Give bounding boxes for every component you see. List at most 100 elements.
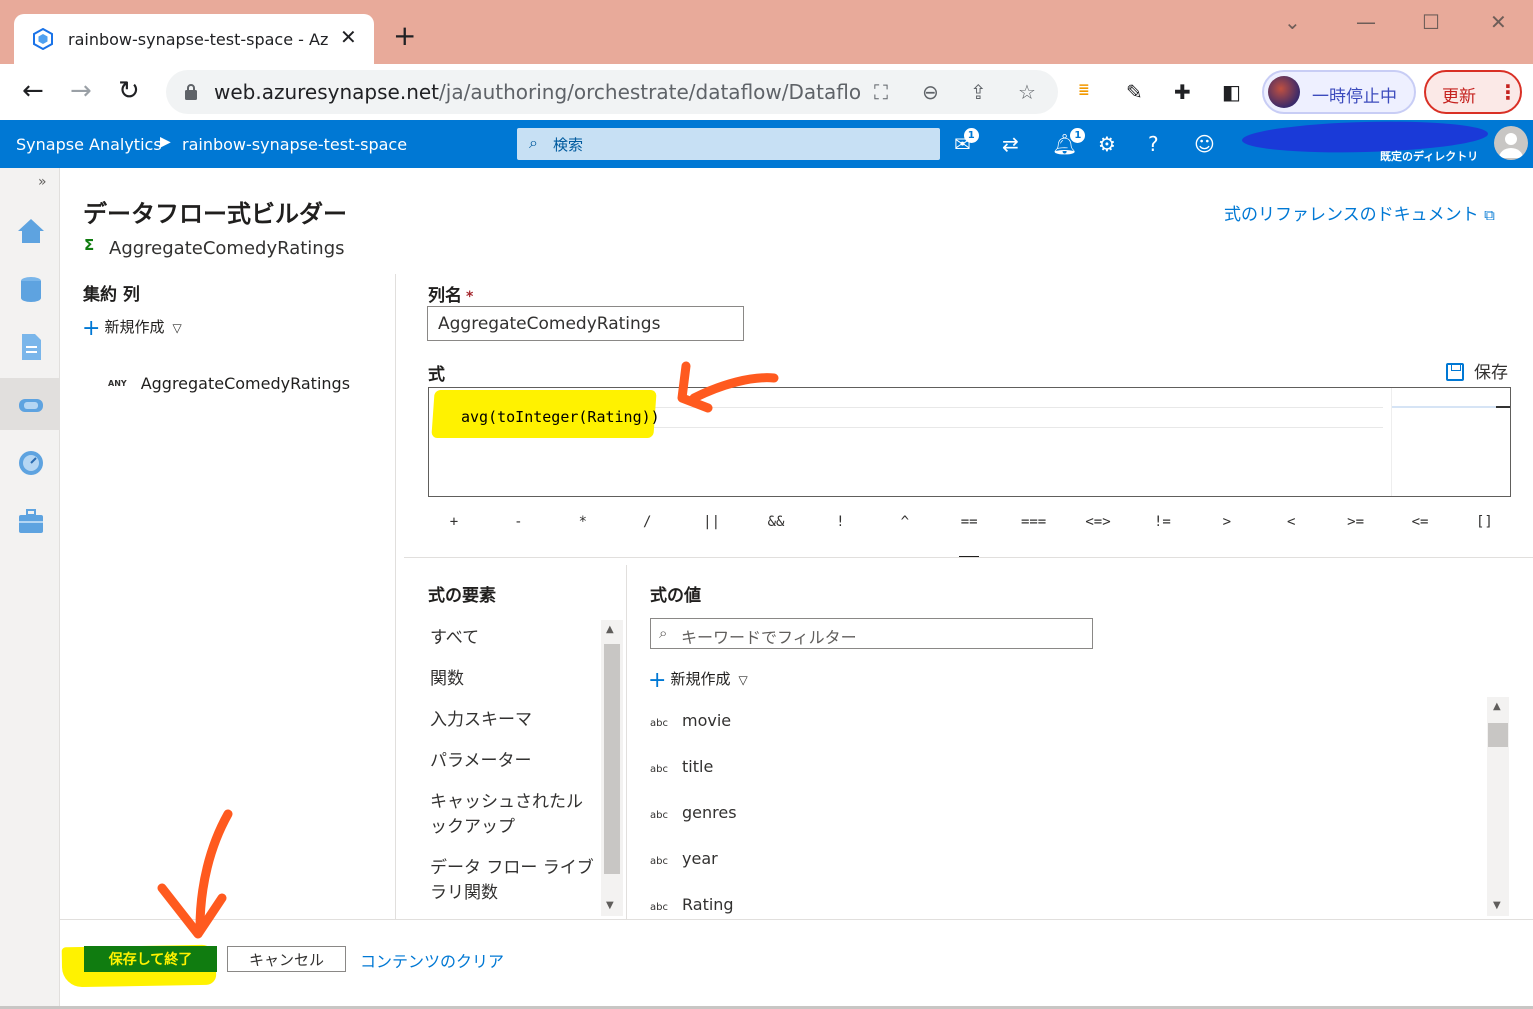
value-item[interactable]: abc title (650, 757, 713, 776)
values-scroll-thumb[interactable] (1488, 723, 1508, 747)
back-icon[interactable]: ← (22, 76, 44, 106)
filter-placeholder: キーワードでフィルター (681, 628, 857, 647)
column-name-input[interactable] (427, 306, 744, 341)
toolbox-icon (19, 509, 43, 533)
elements-scroll-thumb[interactable] (604, 644, 620, 874)
nav-integrate[interactable] (0, 378, 60, 430)
operator-button[interactable]: >= (1324, 514, 1388, 530)
value-item[interactable]: abc genres (650, 803, 737, 822)
left-nav-rail: » (0, 168, 60, 1009)
address-bar[interactable]: web.azuresynapse.net/ja/authoring/orches… (166, 70, 1058, 114)
scroll-up-icon[interactable]: ▲ (1493, 701, 1501, 712)
share-icon[interactable]: ⇪ (970, 80, 987, 104)
operator-button[interactable]: [] (1452, 514, 1516, 530)
monitor-gauge-icon (19, 451, 43, 475)
window-close-icon[interactable]: ✕ (1490, 10, 1507, 34)
new-tab-icon[interactable]: + (393, 22, 416, 50)
nav-home[interactable] (0, 204, 60, 256)
save-expression-button[interactable]: 保存 (1446, 358, 1508, 383)
nav-data[interactable] (0, 262, 60, 314)
cancel-button[interactable]: キャンセル (227, 946, 346, 972)
keyword-filter-input[interactable]: ⌕ キーワードでフィルター (650, 618, 1093, 649)
settings-gear-icon[interactable]: ⚙ (1098, 132, 1116, 156)
element-item-library-functions[interactable]: データ フロー ライブラリ関数 (430, 856, 596, 906)
extension-icon[interactable]: ≣ (1078, 82, 1090, 98)
profile-button[interactable]: 一時停止中 (1262, 70, 1416, 114)
zoom-icon[interactable]: ⊖ (922, 80, 939, 104)
minimize-icon[interactable]: — (1356, 10, 1376, 34)
operator-button[interactable]: < (1259, 514, 1323, 530)
tab-search-chevron-icon[interactable]: ⌄ (1284, 10, 1301, 34)
expression-editor[interactable]: avg(toInteger(Rating)) (428, 387, 1511, 497)
feedback-badge: 1 (963, 128, 979, 143)
new-value-button[interactable]: + 新規作成 ▽ (648, 668, 748, 693)
synapse-favicon-icon (33, 28, 53, 50)
operator-button[interactable]: ! (808, 514, 872, 530)
operator-button[interactable]: === (1002, 514, 1066, 530)
nav-manage[interactable] (0, 494, 60, 546)
value-item[interactable]: abc movie (650, 711, 731, 730)
brand-link[interactable]: Synapse Analytics (16, 135, 162, 154)
extensions-puzzle-icon[interactable]: ✚ (1174, 80, 1191, 104)
scroll-down-icon[interactable]: ▼ (606, 900, 614, 911)
notes-extension-icon[interactable]: ✎ (1126, 80, 1143, 104)
user-avatar[interactable] (1494, 126, 1528, 160)
elements-scrollbar[interactable]: ▲ ▼ (601, 620, 623, 916)
operator-button[interactable]: + (422, 514, 486, 530)
user-feedback-icon[interactable]: ☺ (1194, 132, 1215, 156)
scroll-up-icon[interactable]: ▲ (606, 624, 614, 635)
notifications-icon[interactable]: 🔔︎ 1 (1052, 128, 1086, 156)
expand-rail-icon[interactable]: » (38, 174, 47, 190)
operator-button[interactable]: - (486, 514, 550, 530)
element-item-functions[interactable]: 関数 (430, 667, 596, 692)
translate-icon[interactable]: ⛶ (874, 80, 888, 104)
element-item-parameters[interactable]: パラメーター (430, 749, 596, 774)
forward-icon[interactable]: → (70, 76, 92, 106)
operator-bar: + - * / || &&! ^ == === <=> != > < >= <=[] (422, 514, 1516, 538)
scroll-down-icon[interactable]: ▼ (1493, 900, 1501, 911)
value-item[interactable]: abc Rating (650, 895, 734, 914)
directory-switch-icon[interactable]: ⇄ (1002, 132, 1019, 156)
element-item-all[interactable]: すべて (430, 626, 596, 651)
operator-button[interactable]: / (615, 514, 679, 530)
operator-button[interactable]: ^ (873, 514, 937, 530)
operator-button[interactable]: <= (1388, 514, 1452, 530)
reload-icon[interactable]: ↻ (118, 76, 140, 106)
nav-monitor[interactable] (0, 436, 60, 488)
new-column-button[interactable]: + 新規作成 ▽ (82, 316, 182, 341)
minimap-cursor (1496, 406, 1510, 408)
operator-button[interactable]: * (551, 514, 615, 530)
bookmark-star-icon[interactable]: ☆ (1018, 80, 1036, 104)
document-icon (22, 334, 41, 360)
save-and-finish-button[interactable]: 保存して終了 (84, 946, 217, 972)
operator-button[interactable]: == (937, 514, 1001, 530)
reference-doc-link[interactable]: 式のリファレンスのドキュメント ⧉ (1224, 200, 1495, 225)
values-scrollbar[interactable]: ▲ ▼ (1487, 697, 1509, 916)
nav-develop[interactable] (0, 320, 60, 372)
operator-button[interactable]: > (1195, 514, 1259, 530)
tab-close-icon[interactable]: ✕ (340, 26, 357, 48)
element-item-input-schema[interactable]: 入力スキーマ (430, 708, 596, 733)
side-panel-icon[interactable]: ◧ (1222, 80, 1241, 104)
value-type: abc (650, 810, 668, 821)
update-button[interactable]: 更新 ⋮ (1424, 70, 1522, 114)
operator-button[interactable]: <=> (1066, 514, 1130, 530)
value-item[interactable]: abc year (650, 849, 718, 868)
browser-tab[interactable]: rainbow-synapse-test-space - Az ✕ (14, 14, 374, 66)
help-icon[interactable]: ? (1148, 132, 1159, 156)
element-item-cached-lookup[interactable]: キャッシュされたルックアップ (430, 790, 596, 840)
search-input[interactable]: ⌕ 検索 (517, 128, 940, 160)
operator-button[interactable]: || (680, 514, 744, 530)
column-list-item[interactable]: ANY AggregateComedyRatings (108, 374, 350, 393)
aggregate-sigma-icon: Σ (84, 236, 95, 254)
plus-icon: + (82, 316, 101, 341)
editor-minimap[interactable] (1391, 388, 1510, 496)
maximize-icon[interactable]: ☐ (1422, 10, 1440, 34)
workspace-link[interactable]: rainbow-synapse-test-space (182, 135, 407, 154)
expression-elements-header: 式の要素 (428, 586, 496, 606)
clear-contents-link[interactable]: コンテンツのクリア (360, 948, 504, 972)
feedback-icon[interactable]: ✉ 1 (954, 128, 979, 156)
operator-button[interactable]: && (744, 514, 808, 530)
browser-tabstrip: rainbow-synapse-test-space - Az ✕ + ⌄ — … (0, 0, 1533, 66)
operator-button[interactable]: != (1130, 514, 1194, 530)
